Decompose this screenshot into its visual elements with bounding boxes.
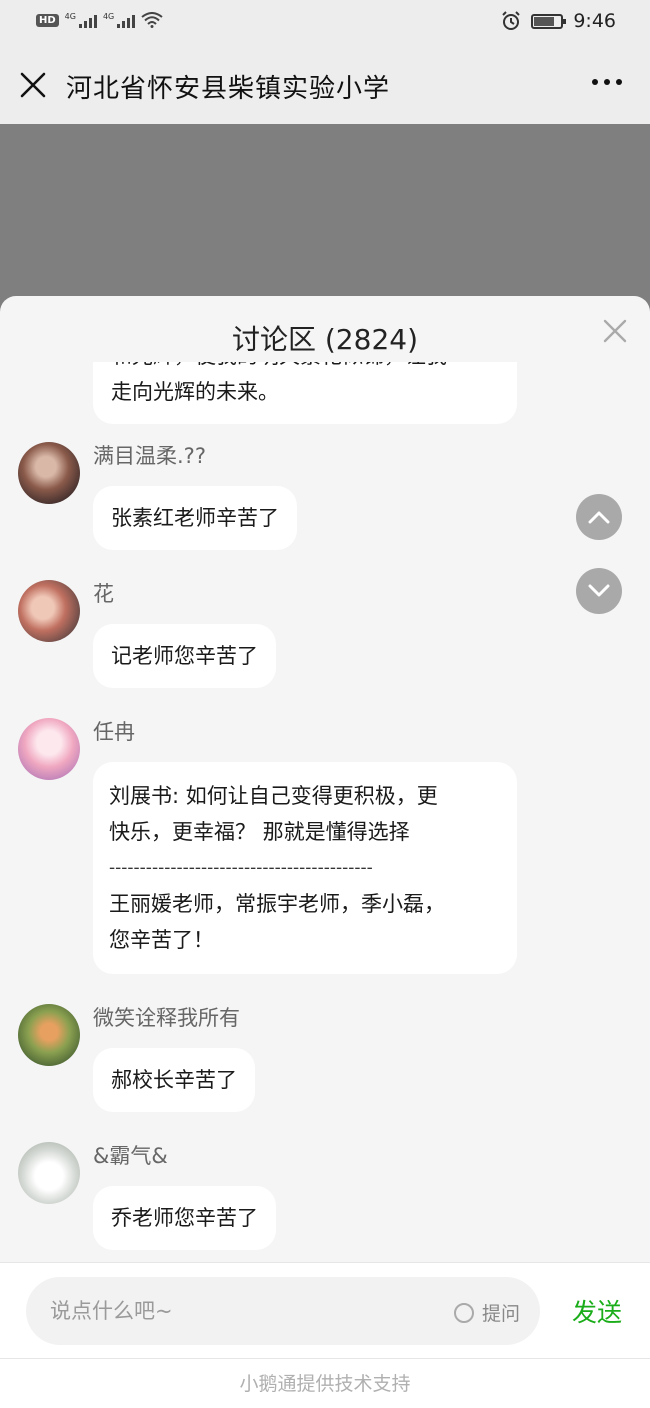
status-bar: HD 4G 4G 9:46 bbox=[0, 0, 650, 46]
more-icon[interactable] bbox=[592, 79, 622, 85]
ask-toggle[interactable]: 提问 bbox=[453, 1299, 520, 1326]
scroll-down-button[interactable] bbox=[576, 568, 622, 614]
message-line: 乔老师您辛苦了 bbox=[111, 1206, 258, 1230]
avatar[interactable] bbox=[18, 442, 80, 504]
signal-label-2: 4G bbox=[102, 12, 115, 21]
status-left: HD 4G 4G bbox=[36, 12, 163, 28]
hd-badge: HD bbox=[36, 13, 59, 27]
video-area[interactable] bbox=[0, 124, 650, 324]
message-line: 您辛苦了！ bbox=[109, 928, 214, 952]
avatar[interactable] bbox=[18, 1004, 80, 1066]
ask-label[interactable]: 提问 bbox=[482, 1299, 520, 1326]
avatar[interactable] bbox=[18, 718, 80, 780]
message-line: 和光辉，使我的明天繁花似锦，让我 bbox=[111, 362, 499, 374]
send-button[interactable]: 发送 bbox=[572, 1293, 622, 1329]
comment-input-container[interactable]: 提问 bbox=[26, 1277, 540, 1345]
avatar[interactable] bbox=[18, 1142, 80, 1204]
page-title: 河北省怀安县柴镇实验小学 bbox=[66, 74, 391, 104]
scroll-down-icon bbox=[588, 584, 610, 597]
message-bubble: 郝校长辛苦了 bbox=[93, 1048, 255, 1112]
message-list[interactable]: 和光辉，使我的明天繁花似锦，让我 走向光辉的未来。 满目温柔.?? 张素红老师辛… bbox=[0, 362, 650, 1262]
signal-label: 4G bbox=[64, 12, 76, 21]
clock: 9:46 bbox=[573, 10, 616, 32]
avatar[interactable] bbox=[18, 580, 80, 642]
message-line: 刘展书: 如何让自己变得更积极，更 bbox=[109, 784, 438, 808]
message-line: 走向光辉的未来。 bbox=[111, 380, 279, 404]
battery-icon bbox=[531, 13, 567, 29]
message-line: 郝校长辛苦了 bbox=[111, 1068, 237, 1092]
scroll-up-button[interactable] bbox=[576, 494, 622, 540]
message-line: 张素红老师辛苦了 bbox=[111, 506, 279, 530]
username[interactable]: 任冉 bbox=[93, 716, 135, 746]
discussion-title: 讨论区 (2824) bbox=[231, 323, 418, 356]
powered-by-footer: 小鹅通提供技术支持 bbox=[0, 1358, 650, 1408]
close-icon[interactable] bbox=[18, 70, 48, 100]
signal-icon: 4G bbox=[65, 12, 97, 28]
composer-bar: 提问 发送 bbox=[0, 1262, 650, 1358]
message-line: 快乐，更幸福？ 那就是懂得选择 bbox=[109, 820, 410, 844]
message-line: 记老师您辛苦了 bbox=[111, 644, 258, 668]
username[interactable]: 满目温柔.?? bbox=[93, 440, 206, 470]
message-line: 王丽媛老师，常振宇老师，季小磊， bbox=[109, 892, 445, 916]
ask-radio[interactable] bbox=[453, 1302, 474, 1323]
message-divider: ----------------------------------------… bbox=[109, 858, 373, 878]
message-bubble: 记老师您辛苦了 bbox=[93, 624, 276, 688]
alarm-icon bbox=[502, 11, 521, 30]
message-bubble: 张素红老师辛苦了 bbox=[93, 486, 297, 550]
signal-icon-2: 4G bbox=[102, 12, 136, 28]
scroll-up-icon bbox=[588, 511, 610, 524]
wifi-icon bbox=[141, 12, 163, 28]
username[interactable]: 花 bbox=[93, 578, 114, 608]
comment-input[interactable] bbox=[50, 1277, 430, 1345]
message-bubble: 和光辉，使我的明天繁花似锦，让我 走向光辉的未来。 bbox=[93, 362, 517, 424]
status-right: 9:46 bbox=[501, 10, 616, 32]
username[interactable]: &霸气& bbox=[93, 1140, 168, 1170]
username[interactable]: 微笑诠释我所有 bbox=[93, 1002, 240, 1032]
panel-close-icon[interactable] bbox=[600, 316, 630, 346]
message-bubble: 乔老师您辛苦了 bbox=[93, 1186, 276, 1250]
title-bar: 河北省怀安县柴镇实验小学 bbox=[0, 46, 650, 124]
message-bubble: 刘展书: 如何让自己变得更积极，更 快乐，更幸福？ 那就是懂得选择 ------… bbox=[93, 762, 517, 974]
discussion-panel: 讨论区 (2824) 和光辉，使我的明天繁花似锦，让我 走向光辉的未来。 满目温… bbox=[0, 296, 650, 1408]
